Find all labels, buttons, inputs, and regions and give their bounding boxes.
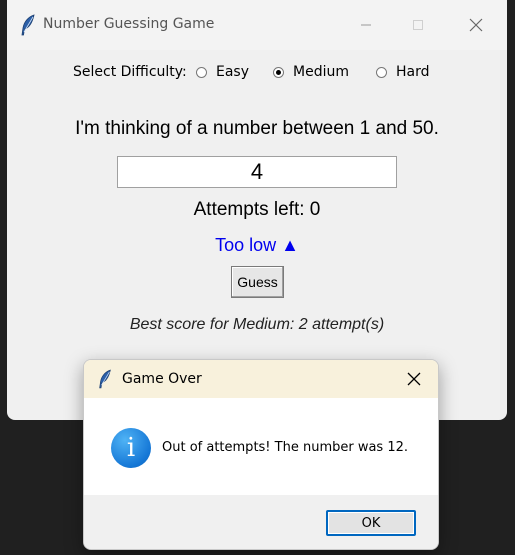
game-over-dialog: Game Over i Out of attempts! The number …: [83, 359, 439, 550]
main-window: Number Guessing Game Select Difficulty: …: [7, 0, 507, 420]
feedback-text: Too low ▲: [215, 235, 299, 255]
guess-button[interactable]: Guess: [231, 266, 284, 298]
ok-button[interactable]: OK: [326, 510, 416, 536]
dialog-title: Game Over: [122, 371, 202, 387]
radio-button-icon[interactable]: [196, 66, 207, 78]
main-titlebar[interactable]: Number Guessing Game: [7, 0, 507, 50]
close-icon[interactable]: [453, 10, 499, 40]
radio-hard[interactable]: Hard: [376, 64, 430, 80]
prompt-text: I'm thinking of a number between 1 and 5…: [75, 118, 439, 139]
maximize-icon[interactable]: [395, 10, 441, 40]
radio-medium[interactable]: Medium: [273, 64, 349, 80]
radio-button-checked-icon[interactable]: [273, 66, 284, 78]
guess-input[interactable]: [117, 156, 397, 188]
dialog-titlebar[interactable]: Game Over: [84, 360, 438, 398]
radio-medium-label: Medium: [293, 64, 349, 80]
minimize-icon[interactable]: [343, 10, 389, 40]
dialog-footer: OK: [84, 495, 438, 549]
best-score-text: Best score for Medium: 2 attempt(s): [129, 316, 385, 333]
feather-icon: [19, 14, 37, 36]
info-icon: i: [111, 428, 151, 468]
feather-icon: [97, 369, 113, 389]
window-title: Number Guessing Game: [43, 16, 215, 32]
radio-button-icon[interactable]: [376, 66, 387, 78]
radio-hard-label: Hard: [396, 64, 430, 80]
dialog-message: Out of attempts! The number was 12.: [162, 440, 409, 455]
attempts-left-text: Attempts left: 0: [193, 199, 321, 220]
radio-easy-label: Easy: [216, 64, 250, 80]
radio-easy[interactable]: Easy: [196, 64, 249, 80]
close-icon[interactable]: [402, 368, 426, 390]
difficulty-label: Select Difficulty:: [73, 64, 187, 80]
